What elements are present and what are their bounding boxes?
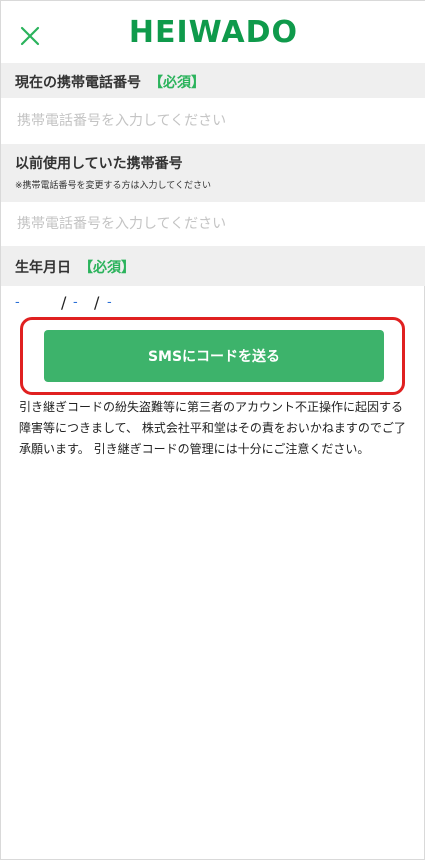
required-badge: 【必須】 <box>79 260 135 276</box>
app-screen: HEIWADO 現在の携帯電話番号【必須】 以前使用していた携帯番号 ※携帯電話… <box>0 0 425 860</box>
date-separator: / <box>61 293 67 312</box>
heiwado-logo: HEIWADO <box>128 15 299 50</box>
birthdate-section-header: 生年月日 【必須】 <box>1 246 425 286</box>
previous-phone-label: 以前使用していた携帯番号 <box>15 156 183 172</box>
header: HEIWADO <box>1 1 425 63</box>
current-phone-input[interactable] <box>17 98 412 144</box>
date-separator: / <box>94 293 100 312</box>
birth-day-select[interactable]: - <box>107 295 112 310</box>
required-badge: 【必須】 <box>149 75 205 91</box>
birth-month-select[interactable]: - <box>73 295 78 310</box>
birth-year-select[interactable]: - <box>15 295 20 310</box>
handover-code-notice: 引き継ぎコードの紛失盗難等に第三者のアカウント不正操作に起因する障害等につきまし… <box>19 400 406 456</box>
current-phone-label-text: 現在の携帯電話番号 <box>15 75 141 91</box>
send-sms-code-button[interactable]: SMSにコードを送る <box>44 330 384 382</box>
current-phone-label: 現在の携帯電話番号 【必須】 <box>15 72 205 92</box>
previous-phone-input-row <box>1 202 425 246</box>
birthdate-label-text: 生年月日 <box>15 260 71 276</box>
birthdate-label: 生年月日 【必須】 <box>15 257 135 277</box>
current-phone-section-header: 現在の携帯電話番号 【必須】 <box>1 63 425 98</box>
previous-phone-input[interactable] <box>17 202 412 246</box>
current-phone-input-row <box>1 98 425 144</box>
previous-phone-note: ※携帯電話番号を変更する方は入力してください <box>15 181 212 191</box>
previous-phone-section-header: 以前使用していた携帯番号 ※携帯電話番号を変更する方は入力してください <box>1 144 425 202</box>
